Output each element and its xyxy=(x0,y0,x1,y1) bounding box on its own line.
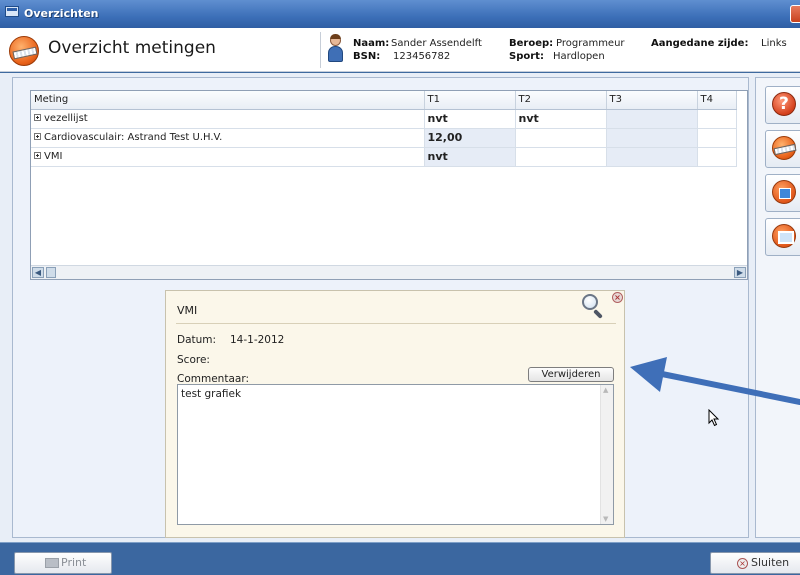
expand-icon[interactable] xyxy=(34,133,41,140)
row-name: VMI xyxy=(44,151,63,162)
row-name-cell[interactable]: vezellijst xyxy=(31,109,425,129)
help-button[interactable] xyxy=(765,86,800,124)
scroll-thumb[interactable] xyxy=(46,267,56,278)
table-row[interactable]: Cardiovasculair: Astrand Test U.H.V. 12,… xyxy=(31,128,737,148)
beroep-value: Programmeur xyxy=(556,38,625,49)
close-icon: × xyxy=(737,558,748,569)
person-icon xyxy=(327,34,343,63)
content-area: Meting T1 T2 T3 T4 vezellijst nvt nvt Ca… xyxy=(0,73,800,542)
detail-title: VMI xyxy=(177,304,198,317)
monitor-button[interactable] xyxy=(765,218,800,256)
cell-t4[interactable] xyxy=(697,109,737,129)
cell-t3[interactable] xyxy=(606,128,698,148)
datum-value: 14-1-2012 xyxy=(230,334,285,346)
page-title: Overzicht metingen xyxy=(48,38,216,58)
right-sidebar xyxy=(755,77,800,538)
close-icon[interactable]: × xyxy=(612,292,623,303)
close-label: Sluiten xyxy=(751,556,790,569)
cell-t4[interactable] xyxy=(697,147,737,167)
measurements-grid[interactable]: Meting T1 T2 T3 T4 vezellijst nvt nvt Ca… xyxy=(30,90,748,280)
column-header-t2[interactable]: T2 xyxy=(515,91,607,110)
cell-t4[interactable] xyxy=(697,128,737,148)
mouse-cursor-icon xyxy=(708,409,720,427)
bsn-label: BSN: xyxy=(353,51,381,62)
column-header-t4[interactable]: T4 xyxy=(697,91,737,110)
comment-textarea[interactable]: test grafiek xyxy=(177,384,614,525)
beroep-label: Beroep: xyxy=(509,38,554,49)
detail-popup: VMI × Datum: 14-1-2012 Score: Commentaar… xyxy=(165,290,625,538)
comment-text: test grafiek xyxy=(181,388,242,400)
table-row[interactable]: VMI nvt xyxy=(31,147,737,167)
horizontal-scrollbar[interactable]: ◀ ▶ xyxy=(31,265,747,279)
grid-header-row: Meting T1 T2 T3 T4 xyxy=(31,91,737,110)
row-name-cell[interactable]: Cardiovasculair: Astrand Test U.H.V. xyxy=(31,128,425,148)
column-header-meting[interactable]: Meting xyxy=(31,91,425,110)
monitor-icon xyxy=(772,224,796,248)
header-divider xyxy=(320,32,321,68)
datum-label: Datum: xyxy=(177,334,217,346)
cell-t2[interactable] xyxy=(515,128,607,148)
help-icon xyxy=(772,92,796,116)
magnifier-icon[interactable] xyxy=(582,294,608,320)
score-label: Score: xyxy=(177,354,210,366)
window-titlebar: Overzichten xyxy=(0,0,800,28)
row-name: Cardiovasculair: Astrand Test U.H.V. xyxy=(44,132,223,143)
main-panel: Meting T1 T2 T3 T4 vezellijst nvt nvt Ca… xyxy=(12,77,749,538)
naam-label: Naam: xyxy=(353,38,390,49)
cell-t1[interactable]: 12,00 xyxy=(424,128,516,148)
cell-t1[interactable]: nvt xyxy=(424,109,516,129)
home-button[interactable] xyxy=(765,174,800,212)
window-icon xyxy=(5,6,19,17)
cell-t2[interactable]: nvt xyxy=(515,109,607,129)
bsn-value: 123456782 xyxy=(393,51,451,62)
expand-icon[interactable] xyxy=(34,114,41,121)
page-header: Overzicht metingen Naam: Sander Assendel… xyxy=(0,28,800,72)
cell-t1[interactable]: nvt xyxy=(424,147,516,167)
print-button[interactable]: Print xyxy=(14,552,112,574)
cell-t3[interactable] xyxy=(606,147,698,167)
row-name-cell[interactable]: VMI xyxy=(31,147,425,167)
row-name: vezellijst xyxy=(44,113,88,124)
home-icon xyxy=(772,180,796,204)
column-header-t1[interactable]: T1 xyxy=(424,91,516,110)
scroll-left-icon[interactable]: ◀ xyxy=(32,267,44,278)
measurements-button[interactable] xyxy=(765,130,800,168)
print-label: Print xyxy=(61,556,87,569)
footer-bar: Print × Sluiten xyxy=(0,542,800,575)
delete-button[interactable]: Verwijderen xyxy=(528,367,614,382)
vertical-scrollbar[interactable] xyxy=(600,385,613,524)
zijde-label: Aangedane zijde: xyxy=(651,38,749,49)
cell-t3[interactable] xyxy=(606,109,698,129)
measurement-icon xyxy=(9,36,39,66)
table-row[interactable]: vezellijst nvt nvt xyxy=(31,109,737,129)
expand-icon[interactable] xyxy=(34,152,41,159)
window-close-button[interactable] xyxy=(790,5,800,23)
window-title: Overzichten xyxy=(24,7,99,20)
sport-label: Sport: xyxy=(509,51,544,62)
divider xyxy=(176,323,616,324)
measurement-icon xyxy=(772,136,796,160)
close-button[interactable]: × Sluiten xyxy=(710,552,800,574)
printer-icon xyxy=(45,558,59,568)
sport-value: Hardlopen xyxy=(553,51,605,62)
scroll-right-icon[interactable]: ▶ xyxy=(734,267,746,278)
column-header-t3[interactable]: T3 xyxy=(606,91,698,110)
naam-value: Sander Assendelft xyxy=(391,38,482,49)
cell-t2[interactable] xyxy=(515,147,607,167)
zijde-value: Links xyxy=(761,38,787,49)
